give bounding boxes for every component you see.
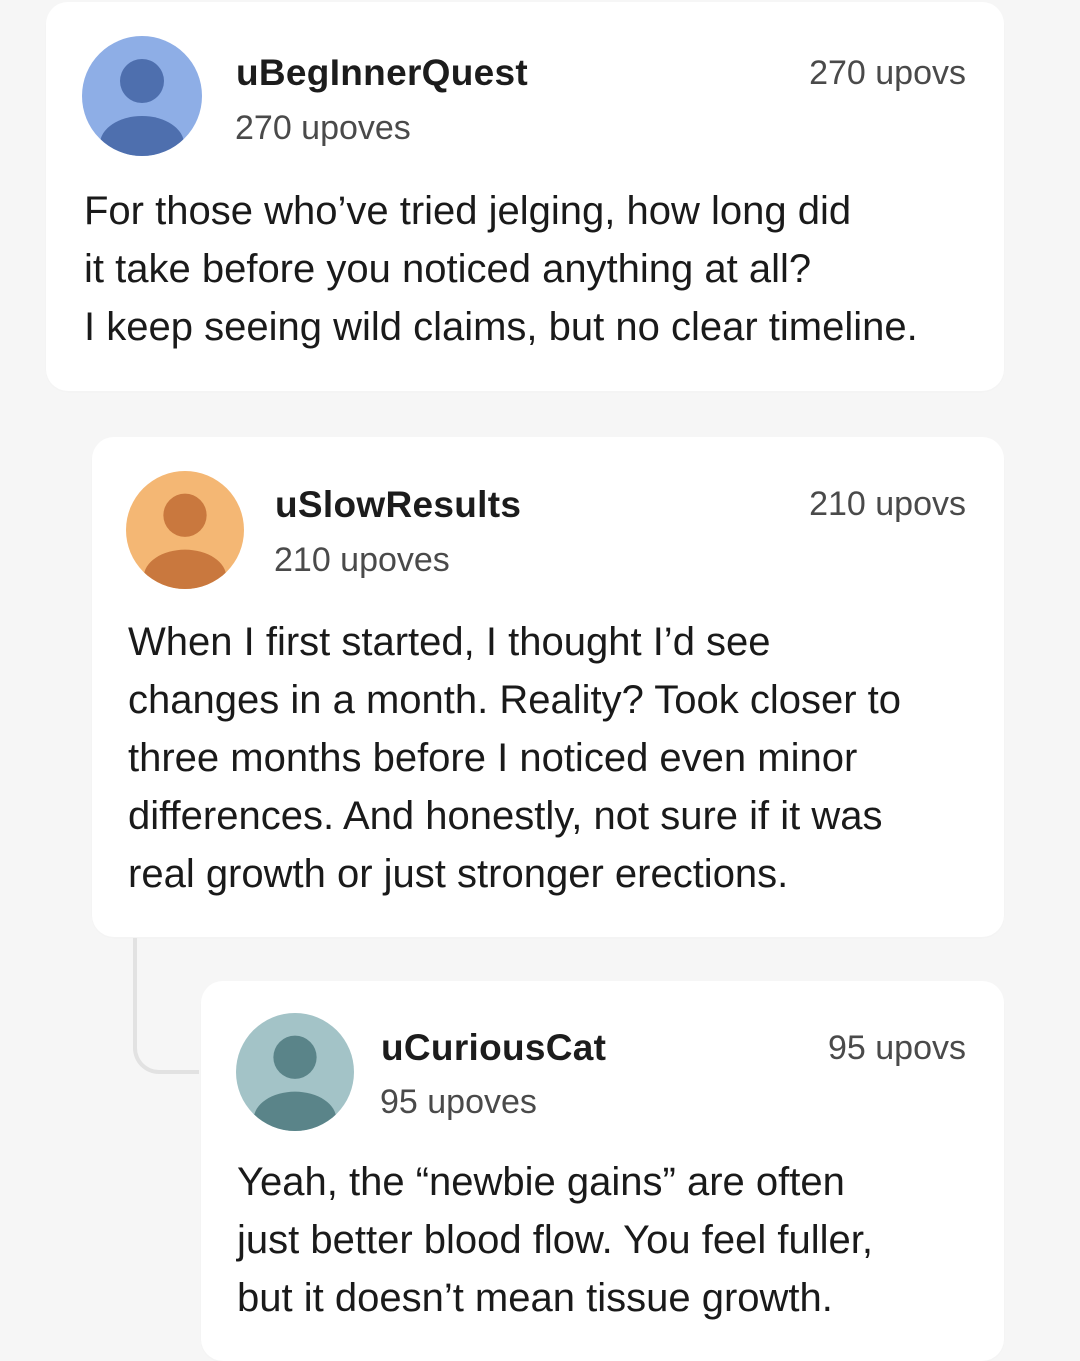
upvote-score[interactable]: 210 upovs [809, 485, 966, 524]
comment-line: Yeah, the “newbie gains” are often [237, 1160, 845, 1204]
comment-line: For those who’ve tried jelging, how long… [84, 189, 852, 233]
username[interactable]: uBegInnerQuest [236, 52, 528, 94]
upvote-count-label: 270 upoves [235, 109, 411, 147]
username[interactable]: uSlowResults [275, 484, 521, 526]
upvote-count-label: 95 upoves [380, 1083, 537, 1121]
comment-line: differences. And honestly, not sure if i… [128, 794, 883, 838]
avatar[interactable] [236, 1013, 354, 1131]
comment-body: When I first started, I thought I’d see … [128, 613, 901, 903]
upvote-score[interactable]: 95 upovs [828, 1029, 966, 1068]
username[interactable]: uCuriousCat [381, 1027, 606, 1069]
user-avatar-icon [126, 471, 244, 589]
comment-body: Yeah, the “newbie gains” are often just … [237, 1153, 873, 1327]
comment-line: but it doesn’t mean tissue growth. [237, 1276, 833, 1320]
comment-line: changes in a month. Reality? Took closer… [128, 678, 902, 722]
reply-card: uSlowResults 210 upoves 210 upovs When I… [92, 437, 1004, 937]
comment-card: uBegInnerQuest 270 upoves 270 upovs For … [46, 2, 1004, 391]
avatar[interactable] [126, 471, 244, 589]
comment-body: For those who’ve tried jelging, how long… [84, 182, 918, 356]
comment-line: three months before I noticed even minor [128, 736, 858, 780]
nested-reply-card: uCuriousCat 95 upoves 95 upovs Yeah, the… [201, 981, 1004, 1361]
comment-line: When I first started, I thought I’d see [128, 620, 771, 664]
comment-line: I keep seeing wild claims, but no clear … [84, 305, 918, 349]
user-avatar-icon [236, 1013, 354, 1131]
upvote-score[interactable]: 270 upovs [809, 54, 966, 93]
upvote-count-label: 210 upoves [274, 541, 450, 579]
avatar[interactable] [82, 36, 202, 156]
user-avatar-icon [82, 36, 202, 156]
comment-line: it take before you noticed anything at a… [84, 247, 812, 291]
comment-line: just better blood flow. You feel fuller, [237, 1218, 873, 1262]
thread-connector [133, 938, 199, 1074]
comment-line: real growth or just stronger erections. [128, 852, 789, 896]
